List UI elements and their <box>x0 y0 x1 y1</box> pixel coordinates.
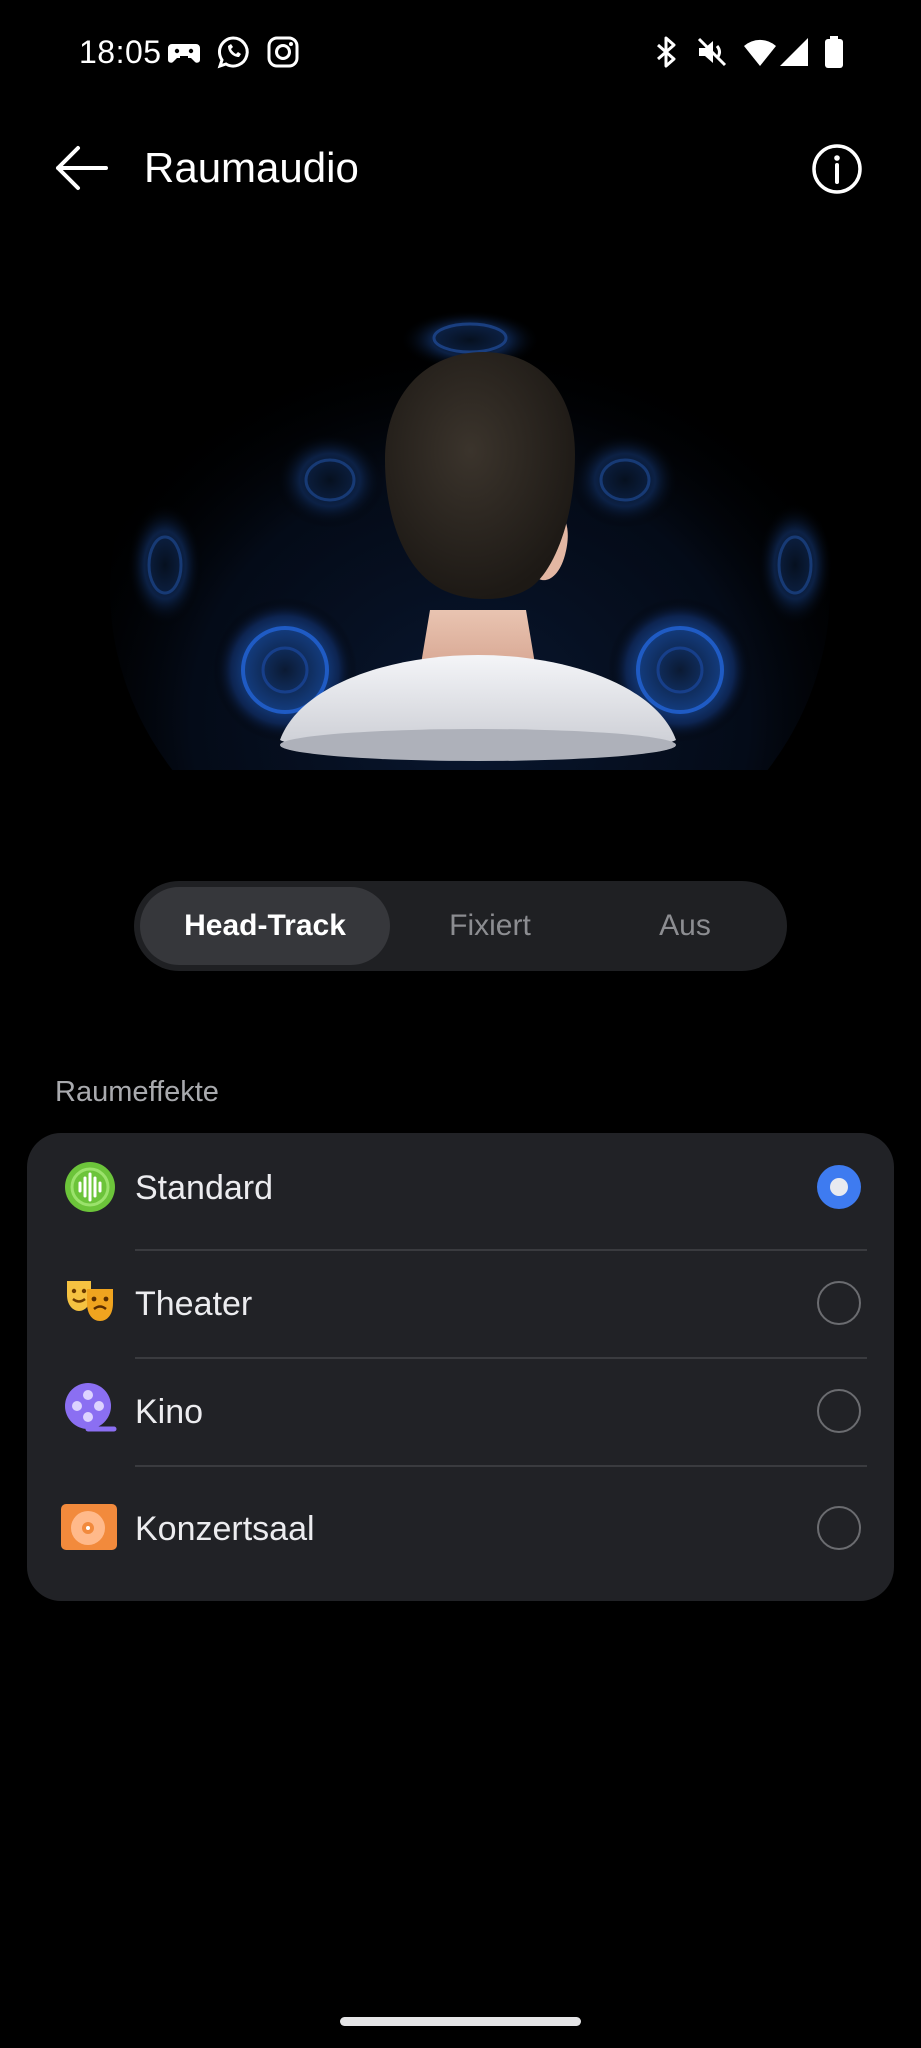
radio-theater[interactable] <box>817 1281 861 1325</box>
effect-label: Kino <box>135 1393 204 1431</box>
effect-label: Theater <box>135 1285 253 1323</box>
mode-selector: Head-Track Fixiert Aus <box>134 881 787 971</box>
radio-kino[interactable] <box>817 1389 861 1433</box>
radio-standard[interactable] <box>817 1165 861 1209</box>
effect-item-konzertsaal[interactable]: Konzertsaal <box>27 1466 894 1601</box>
effect-label: Standard <box>135 1169 273 1207</box>
tab-head-track[interactable]: Head-Track <box>140 887 390 965</box>
radio-konzertsaal[interactable] <box>817 1506 861 1550</box>
back-arrow-icon[interactable] <box>50 140 112 196</box>
head-with-surround-speakers-illustration <box>110 290 833 770</box>
soundwave-icon <box>65 1162 115 1212</box>
film-reel-icon <box>65 1383 117 1432</box>
tab-fixiert[interactable]: Fixiert <box>390 887 590 965</box>
instagram-icon <box>267 36 299 68</box>
home-indicator[interactable] <box>340 2017 581 2026</box>
effect-item-kino[interactable]: Kino <box>27 1358 894 1466</box>
effects-list: Standard Theater Kino Konzertsaal <box>27 1133 894 1601</box>
wifi-icon <box>744 39 776 66</box>
effect-item-theater[interactable]: Theater <box>27 1250 894 1358</box>
game-controller-icon <box>168 44 200 63</box>
status-time: 18:05 <box>79 34 162 70</box>
app-header: Raumaudio <box>0 120 921 216</box>
effect-label: Konzertsaal <box>135 1510 315 1548</box>
signal-icon <box>780 38 808 66</box>
section-label-raumeffekte: Raumeffekte <box>55 1076 219 1108</box>
whatsapp-icon <box>217 36 249 69</box>
bluetooth-icon <box>657 36 676 68</box>
mute-icon <box>697 37 727 67</box>
theater-masks-icon <box>67 1281 113 1321</box>
vinyl-record-icon <box>61 1504 117 1550</box>
battery-icon <box>825 36 843 68</box>
status-bar: 18:05 <box>0 0 921 106</box>
tab-aus[interactable]: Aus <box>590 887 780 965</box>
effect-item-standard[interactable]: Standard <box>27 1133 894 1241</box>
info-icon[interactable] <box>810 142 864 196</box>
page-title: Raumaudio <box>144 144 359 191</box>
